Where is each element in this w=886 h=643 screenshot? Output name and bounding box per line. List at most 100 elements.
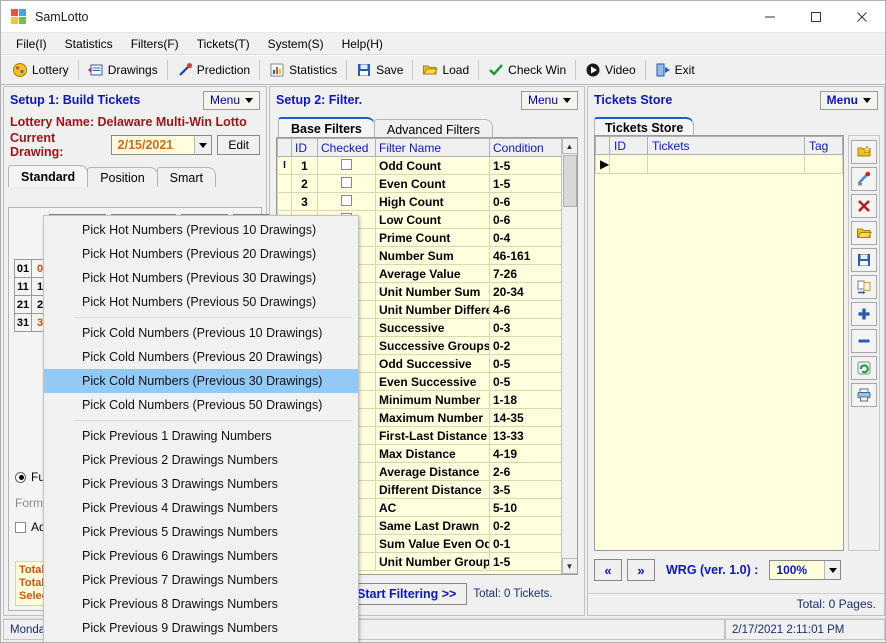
tab-standard[interactable]: Standard	[8, 165, 88, 187]
chevron-down-icon[interactable]	[824, 561, 840, 579]
minimize-button[interactable]	[747, 1, 793, 33]
menu-item-help[interactable]: Help(H)	[333, 35, 392, 53]
cell-condition[interactable]: 5-10	[490, 499, 562, 517]
cell-filter-name[interactable]: Odd Successive	[376, 355, 490, 373]
cell-condition[interactable]: 1-5	[490, 553, 562, 571]
cell-condition[interactable]: 46-161	[490, 247, 562, 265]
tab-advanced-filters[interactable]: Advanced Filters	[374, 119, 493, 139]
cell-filter-name[interactable]: Even Count	[376, 175, 490, 193]
cell-condition[interactable]: 4-6	[490, 301, 562, 319]
menu-item[interactable]: Pick Hot Numbers (Previous 10 Drawings)	[44, 218, 358, 242]
menu-item[interactable]: Pick Cold Numbers (Previous 10 Drawings)	[44, 321, 358, 345]
cell-filter-name[interactable]: Minimum Number	[376, 391, 490, 409]
cell-id[interactable]: 1	[292, 157, 318, 175]
cell-filter-name[interactable]: Unit Number Group	[376, 553, 490, 571]
cell-filter-name[interactable]: Same Last Drawn	[376, 517, 490, 535]
radio-icon[interactable]	[15, 472, 26, 483]
cell-condition[interactable]: 0-3	[490, 319, 562, 337]
export-tickets-button[interactable]	[851, 275, 877, 299]
cell-filter-name[interactable]: Unit Number Sum	[376, 283, 490, 301]
toolbar-drawings-button[interactable]: Drawings	[81, 58, 165, 82]
pick-dropdown-menu[interactable]: Pick Hot Numbers (Previous 10 Drawings) P…	[43, 215, 359, 643]
cell-condition[interactable]: 20-34	[490, 283, 562, 301]
cell-filter-name[interactable]: Successive	[376, 319, 490, 337]
toolbar-video-button[interactable]: Video	[578, 58, 642, 82]
mid-panel-menu-button[interactable]: Menu	[521, 91, 578, 110]
menu-item[interactable]: Pick Previous 7 Drawings Numbers	[44, 568, 358, 592]
right-panel-menu-button[interactable]: Menu	[820, 91, 878, 110]
cell-id[interactable]: 3	[292, 193, 318, 211]
refresh-tickets-button[interactable]	[851, 356, 877, 380]
toolbar-save-button[interactable]: Save	[349, 58, 410, 82]
menu-item[interactable]: Pick Cold Numbers (Previous 20 Drawings)	[44, 345, 358, 369]
toolbar-checkwin-button[interactable]: Check Win	[481, 58, 573, 82]
column-checked[interactable]: Checked	[318, 139, 376, 157]
table-row[interactable]: 3High Count0-6	[278, 193, 562, 211]
cell-condition[interactable]: 0-4	[490, 229, 562, 247]
cell-condition[interactable]: 0-1	[490, 535, 562, 553]
number-cell[interactable]: 01	[14, 259, 32, 278]
toolbar-statistics-button[interactable]: Statistics	[262, 58, 344, 82]
column-id[interactable]: ID	[610, 137, 648, 155]
cell-condition[interactable]: 4-19	[490, 445, 562, 463]
cell-filter-name[interactable]: Max Distance	[376, 445, 490, 463]
menu-item-file[interactable]: File(I)	[7, 35, 56, 53]
cell-filter-name[interactable]: First-Last Distance	[376, 427, 490, 445]
number-cell[interactable]: 11	[14, 277, 32, 296]
new-ticket-button[interactable]	[851, 140, 877, 164]
cell-tag[interactable]	[805, 155, 843, 174]
cell-checked[interactable]	[318, 157, 376, 175]
table-row[interactable]: ▶	[596, 155, 843, 174]
checkbox-icon[interactable]	[15, 522, 26, 533]
cell-condition[interactable]: 14-35	[490, 409, 562, 427]
checkbox-icon[interactable]	[341, 177, 352, 188]
checkbox-icon[interactable]	[341, 159, 352, 170]
cell-filter-name[interactable]: Maximum Number	[376, 409, 490, 427]
table-row[interactable]: 2 Even Count1-5	[278, 175, 562, 193]
start-filtering-button[interactable]: Start Filtering >>	[346, 583, 467, 605]
scroll-up-icon[interactable]: ▲	[562, 138, 578, 154]
tab-base-filters[interactable]: Base Filters	[278, 117, 375, 139]
cell-condition[interactable]: 0-5	[490, 373, 562, 391]
cell-filter-name[interactable]: Different Distance	[376, 481, 490, 499]
cell-checked[interactable]	[318, 175, 376, 193]
menu-item[interactable]: Pick Previous 2 Drawings Numbers	[44, 448, 358, 472]
delete-ticket-button[interactable]	[851, 194, 877, 218]
cell-tickets[interactable]	[648, 155, 805, 174]
toolbar-lottery-button[interactable]: Lottery	[5, 58, 76, 82]
cell-filter-name[interactable]: Number Sum	[376, 247, 490, 265]
add-ticket-button[interactable]	[851, 302, 877, 326]
cell-condition[interactable]: 13-33	[490, 427, 562, 445]
menu-item-tickets[interactable]: Tickets(T)	[188, 35, 259, 53]
toolbar-prediction-button[interactable]: Prediction	[170, 58, 257, 82]
menu-item-statistics[interactable]: Statistics	[56, 35, 122, 53]
remove-ticket-button[interactable]	[851, 329, 877, 353]
current-drawing-combo[interactable]: 2/15/2021	[111, 135, 213, 155]
toolbar-exit-button[interactable]: Exit	[648, 58, 702, 82]
column-condition[interactable]: Condition	[490, 139, 562, 157]
cell-filter-name[interactable]: Low Count	[376, 211, 490, 229]
cell-filter-name[interactable]: Even Successive	[376, 373, 490, 391]
edit-ticket-button[interactable]	[851, 167, 877, 191]
cell-filter-name[interactable]: Odd Count	[376, 157, 490, 175]
cell-filter-name[interactable]: Prime Count	[376, 229, 490, 247]
column-filter-name[interactable]: Filter Name	[376, 139, 490, 157]
menu-item[interactable]: Pick Previous 3 Drawings Numbers	[44, 472, 358, 496]
tab-tickets-store[interactable]: Tickets Store	[594, 117, 694, 137]
menu-item[interactable]: Pick Previous 6 Drawings Numbers	[44, 544, 358, 568]
tab-smart[interactable]: Smart	[157, 167, 216, 187]
prev-page-button[interactable]: «	[594, 559, 622, 581]
left-panel-menu-button[interactable]: Menu	[203, 91, 260, 110]
cell-condition[interactable]: 0-6	[490, 211, 562, 229]
column-tickets[interactable]: Tickets	[648, 137, 805, 155]
cell-condition[interactable]: 0-2	[490, 337, 562, 355]
cell-condition[interactable]: 0-2	[490, 517, 562, 535]
cell-id[interactable]: 2	[292, 175, 318, 193]
menu-item-filters[interactable]: Filters(F)	[122, 35, 188, 53]
cell-filter-name[interactable]: High Count	[376, 193, 490, 211]
cell-filter-name[interactable]: Successive Groups	[376, 337, 490, 355]
menu-item[interactable]: Pick Cold Numbers (Previous 50 Drawings)	[44, 393, 358, 417]
cell-id[interactable]	[610, 155, 648, 174]
cell-condition[interactable]: 1-5	[490, 175, 562, 193]
next-page-button[interactable]: »	[627, 559, 655, 581]
